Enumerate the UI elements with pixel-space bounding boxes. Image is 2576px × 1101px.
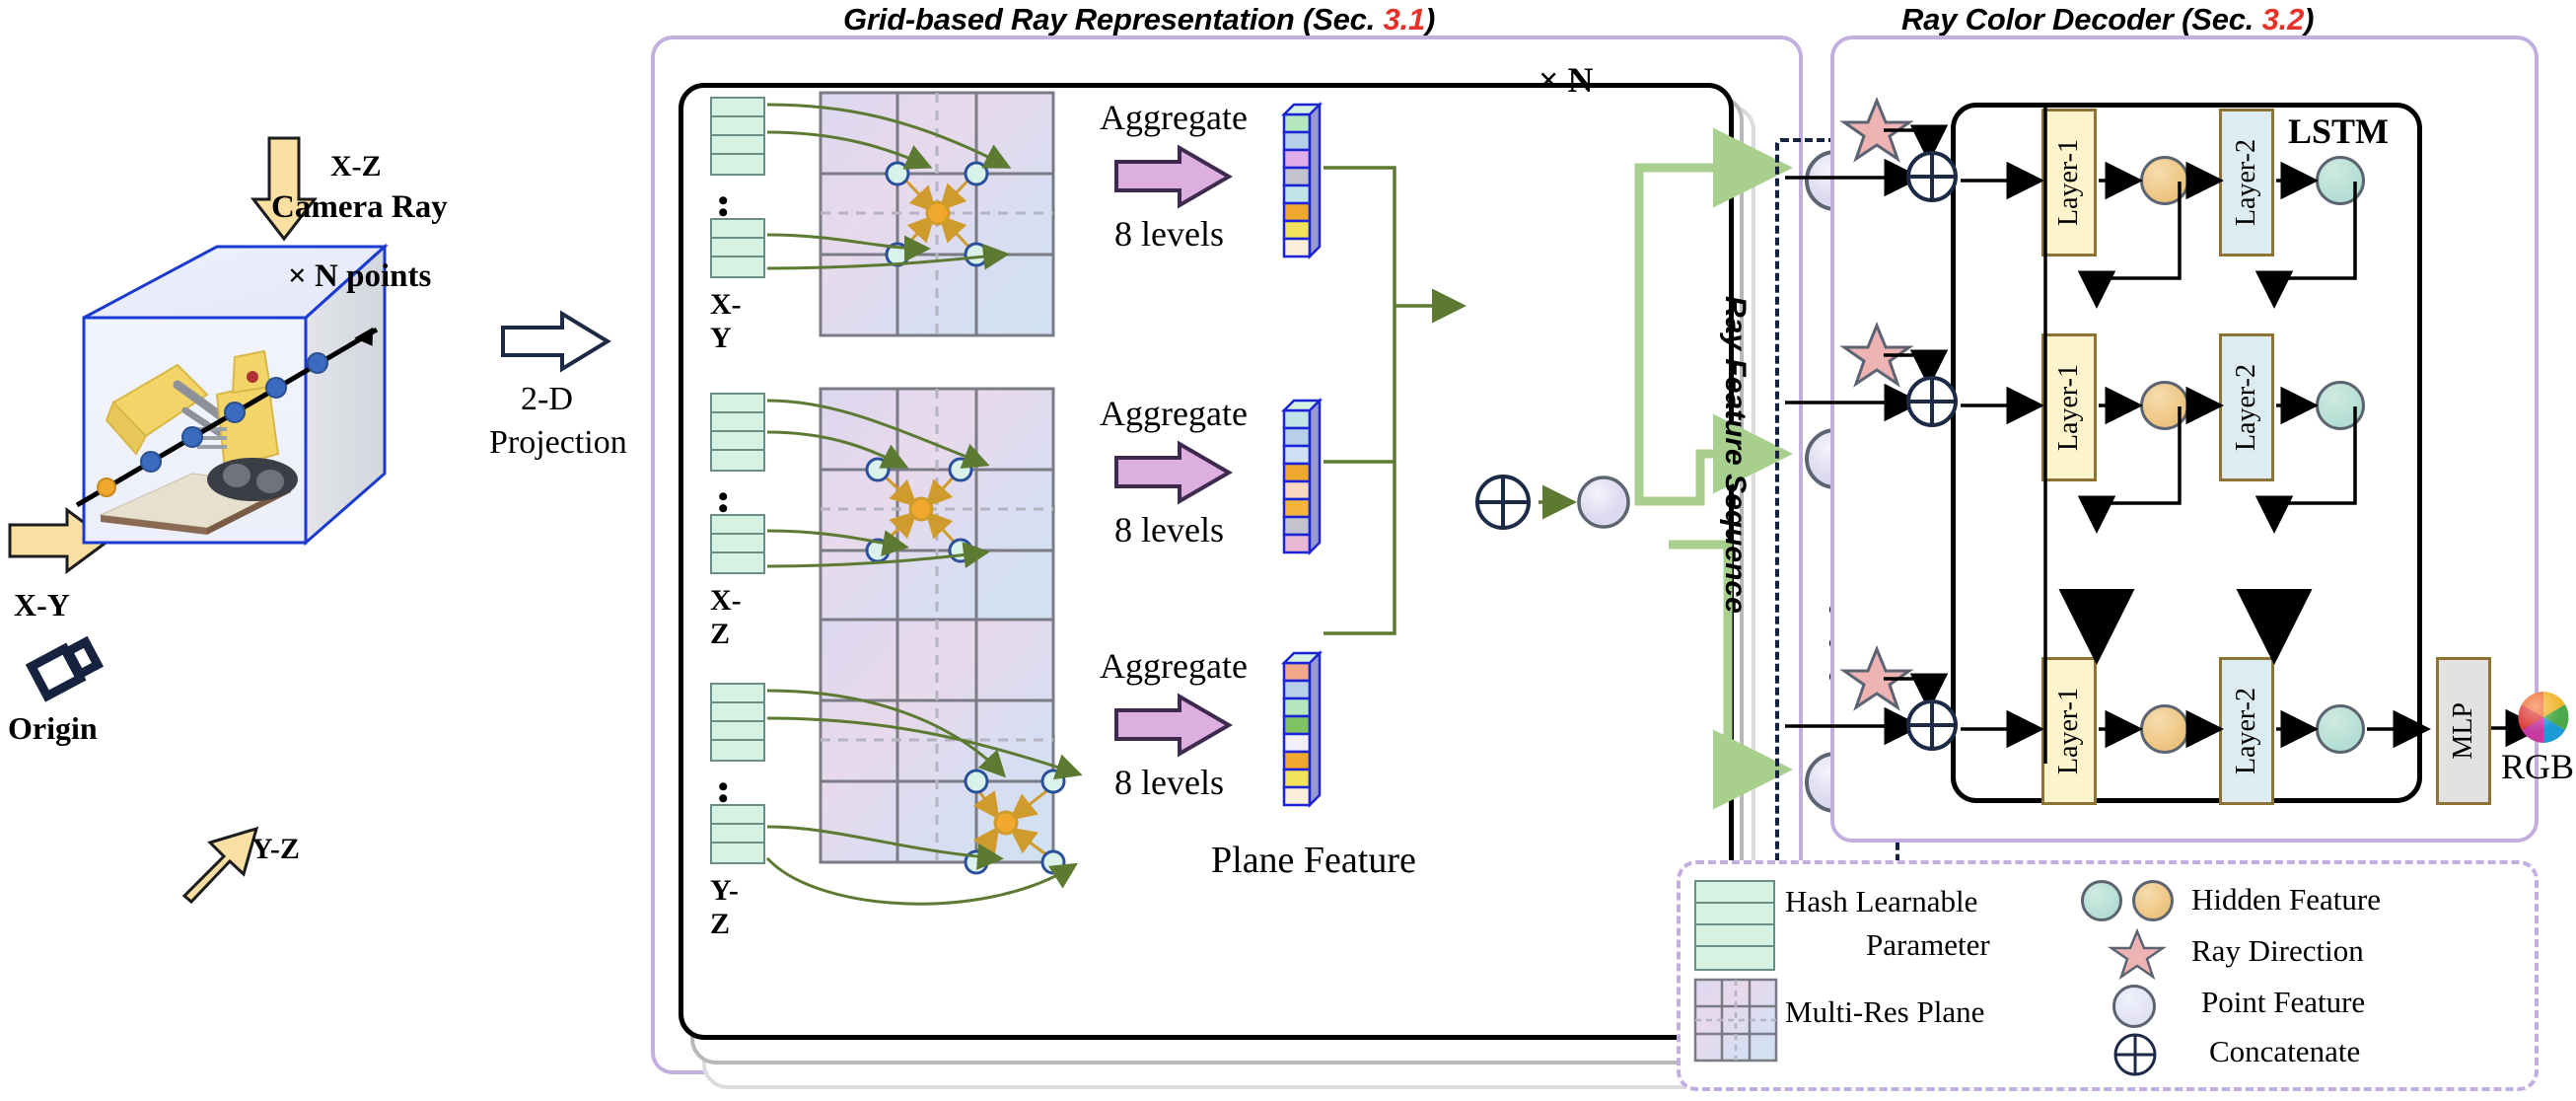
legend-label-hash-1: Hash Learnable: [1785, 884, 1978, 918]
yz-projection-arrow: [181, 826, 259, 905]
projection-label-line2: Projection: [489, 424, 627, 461]
yz-label: Y-Z: [251, 833, 300, 865]
legend-label-concatenate: Concatenate: [2209, 1034, 2361, 1068]
hash-to-node-links-yz: [765, 689, 1083, 906]
camera-origin-icon: [25, 635, 105, 702]
origin-label: Origin: [8, 710, 98, 746]
grid-section-number: 3.1: [1383, 2, 1426, 37]
mlp-label: MLP: [2448, 702, 2478, 760]
grid-section-title-text: Grid-based Ray Representation (Sec.: [843, 2, 1384, 37]
rgb-label: RGB: [2501, 747, 2575, 786]
plane-label-yz: Y-Z: [710, 874, 739, 940]
legend-label-hash-2: Parameter: [1866, 927, 1990, 962]
mlp-box: MLP: [2436, 657, 2491, 805]
legend-label-point-feature: Point Feature: [2201, 985, 2366, 1019]
legend-hash-stack-icon: [1694, 880, 1775, 971]
lstm-recurrent-wiring: [2043, 107, 2357, 764]
legend-ray-direction-icon: [2107, 927, 2168, 981]
legend-label-hidden-feature: Hidden Feature: [2191, 882, 2381, 917]
legend-label-multi-res-plane: Multi-Res Plane: [1785, 994, 1985, 1029]
ray-feature-sequence-label: Ray Feature Sequence: [1719, 296, 1752, 614]
legend-point-feature-icon: [2112, 985, 2156, 1028]
hash-stack-bottom-xy: [710, 218, 765, 278]
aggregate-arrow-xz: [1114, 440, 1233, 505]
hash-stack-bottom-yz: [710, 804, 765, 864]
legend-concatenate-icon: [2113, 1033, 2157, 1076]
concatenate-node-grid: [1475, 475, 1531, 530]
aggregate-label-xz: Aggregate: [1100, 394, 1248, 433]
plane-feature-column-yz: [1280, 649, 1324, 809]
hash-stack-top-xy: [710, 97, 765, 176]
n-points-label: × N points: [288, 258, 432, 294]
levels-label-yz: 8 levels: [1114, 763, 1224, 802]
hash-stack-bottom-xz: [710, 514, 765, 574]
legend-label-ray-direction: Ray Direction: [2191, 933, 2364, 968]
aggregate-arrow-xy: [1114, 144, 1233, 209]
levels-label-xz: 8 levels: [1114, 510, 1224, 550]
grid-section-title: Grid-based Ray Representation (Sec. 3.1): [843, 2, 1435, 37]
scene-illustration: X-Z X-Y Y-Z Origin Camera Ray × N points…: [0, 30, 671, 905]
projection-label-line1: 2-D: [521, 381, 573, 417]
grid-repeat-badge-text: × N: [1538, 60, 1594, 100]
legend-hidden-feature-icon-orange: [2132, 880, 2174, 921]
plane-feature-caption: Plane Feature: [1211, 840, 1416, 881]
plane-label-xz: X-Z: [710, 584, 742, 650]
hash-to-node-links-xy: [766, 103, 1012, 270]
aggregate-label-yz: Aggregate: [1100, 646, 1248, 686]
aggregate-arrow-yz: [1114, 693, 1233, 758]
decoder-section-number: 3.2: [2261, 2, 2305, 37]
levels-label-xy: 8 levels: [1114, 214, 1224, 254]
xz-label: X-Z: [330, 150, 382, 183]
decoder-section-title-close: ): [2304, 2, 2315, 37]
legend-multi-res-plane-icon: [1693, 978, 1778, 1063]
rgb-color-wheel-icon: [2518, 692, 2569, 743]
hash-to-node-links-xz: [766, 399, 990, 568]
feature-merge-lines: [1324, 166, 1467, 635]
decoder-section-title-text: Ray Color Decoder (Sec.: [1901, 2, 2262, 37]
legend-hidden-feature-icon-green: [2081, 880, 2122, 921]
grid-repeat-badge: × N: [1538, 59, 1594, 101]
plane-label-xy: X-Y: [710, 288, 742, 354]
grid-section-title-close: ): [1425, 2, 1436, 37]
hash-stack-top-yz: [710, 683, 765, 762]
decoder-section-title: Ray Color Decoder (Sec. 3.2): [1901, 2, 2314, 37]
hash-stack-top-xz: [710, 393, 765, 472]
projection-arrow: [501, 310, 611, 373]
camera-ray-label: Camera Ray: [271, 189, 448, 225]
aggregate-label-xy: Aggregate: [1100, 98, 1248, 137]
